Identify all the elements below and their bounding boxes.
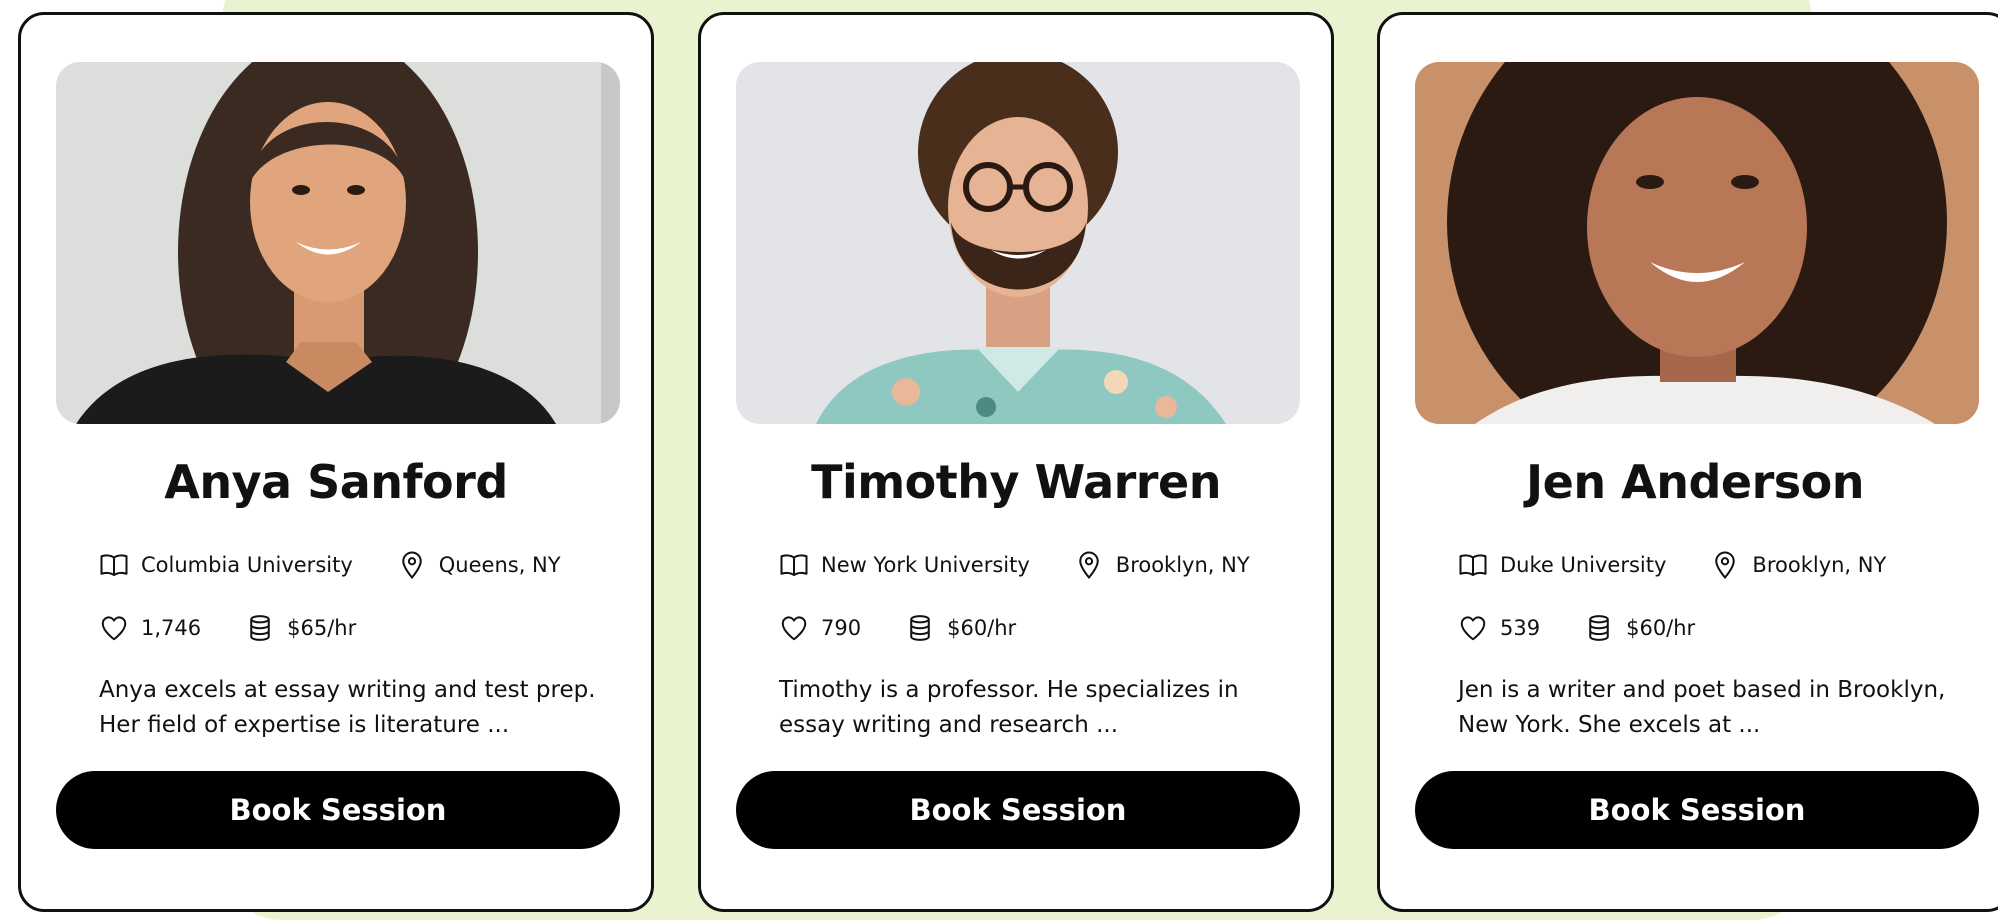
book-icon: [780, 554, 808, 576]
tutor-photo: [736, 62, 1300, 424]
likes-count: 539: [1500, 616, 1541, 640]
tutor-description: Timothy is a professor. He specializes i…: [779, 677, 1239, 738]
location-label: Queens, NY: [438, 553, 561, 577]
tutor-meta-row: Duke University Brooklyn, NY: [1458, 550, 1930, 580]
heart-icon: [101, 616, 127, 641]
likes-count: 790: [821, 616, 862, 640]
tutor-school: Duke University: [1458, 550, 1666, 580]
tutor-stats-row: 790 $60/hr: [779, 613, 1060, 643]
tutor-stats-row: 1,746 $65/hr: [99, 613, 400, 643]
tutor-likes: 539: [1458, 613, 1540, 643]
tutor-card: Timothy Warren New York University Brook…: [698, 12, 1334, 912]
likes-count: 1,746: [141, 616, 202, 640]
school-label: Columbia University: [141, 553, 353, 577]
tutor-card: Anya Sanford Columbia University Queens,…: [18, 12, 654, 912]
coins-icon: [250, 615, 270, 641]
tutor-location: Queens, NY: [397, 550, 561, 580]
location-pin-icon: [1079, 551, 1099, 580]
rate-label: $60/hr: [1626, 616, 1696, 640]
tutor-photo: [56, 62, 620, 424]
location-pin-icon: [402, 551, 422, 580]
tutor-stats-row: 539 $60/hr: [1458, 613, 1739, 643]
tutor-name: Anya Sanford: [164, 455, 508, 509]
tutor-name: Jen Anderson: [1526, 455, 1864, 509]
school-label: New York University: [821, 553, 1030, 577]
tutor-location: Brooklyn, NY: [1074, 550, 1250, 580]
tutor-meta-row: Columbia University Queens, NY: [99, 550, 605, 580]
tutor-location: Brooklyn, NY: [1710, 550, 1886, 580]
location-pin-icon: [1715, 551, 1736, 580]
tutor-card: Jen Anderson Duke University Brooklyn, N…: [1377, 12, 1998, 912]
tutor-school: Columbia University: [99, 550, 353, 580]
book-icon: [1459, 554, 1487, 576]
tutor-rate: $60/hr: [1584, 613, 1695, 643]
tutor-likes: 1,746: [99, 613, 201, 643]
tutor-likes: 790: [779, 613, 861, 643]
book-session-button[interactable]: Book Session: [1415, 771, 1979, 849]
tutor-rate: $60/hr: [905, 613, 1016, 643]
school-label: Duke University: [1500, 553, 1667, 577]
book-session-button[interactable]: Book Session: [56, 771, 620, 849]
location-label: Brooklyn, NY: [1752, 553, 1887, 577]
coins-icon: [1589, 615, 1609, 641]
rate-label: $65/hr: [287, 616, 357, 640]
book-icon: [100, 554, 128, 576]
tutor-school: New York University: [779, 550, 1030, 580]
tutor-name: Timothy Warren: [811, 455, 1221, 509]
location-label: Brooklyn, NY: [1115, 553, 1250, 577]
tutor-description: Jen is a writer and poet based in Brookl…: [1458, 677, 1946, 738]
tutor-rate: $65/hr: [245, 613, 356, 643]
tutor-photo: [1415, 62, 1979, 424]
heart-icon: [1460, 616, 1486, 641]
book-session-button[interactable]: Book Session: [736, 771, 1300, 849]
tutor-description: Anya excels at essay writing and test pr…: [99, 677, 596, 738]
coins-icon: [910, 615, 930, 641]
tutor-meta-row: New York University Brooklyn, NY: [779, 550, 1294, 580]
heart-icon: [781, 616, 807, 641]
rate-label: $60/hr: [947, 616, 1017, 640]
